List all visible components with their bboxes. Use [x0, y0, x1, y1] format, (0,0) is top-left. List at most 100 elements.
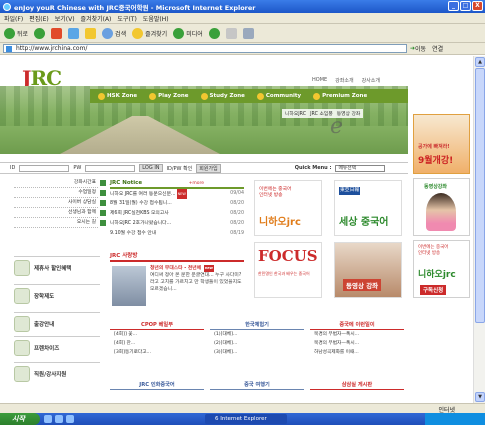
scroll-thumb[interactable] [475, 68, 485, 323]
login-in-label: IN [154, 165, 160, 171]
menu-favorites[interactable]: 즐겨찾기(A) [81, 14, 112, 23]
premium-icon [313, 92, 321, 100]
sarang-post[interactable]: 청년의 무대스타 - 천년에 new 여디써 정아 몬 문한 운글연대... 누… [150, 265, 244, 293]
nav-play-zone[interactable]: Play Zone [145, 92, 192, 100]
side-button-lecture[interactable]: 출강안내 [14, 312, 100, 334]
toplink-teachers[interactable]: 강사소개 [362, 77, 380, 84]
ad-line: 東亞日報 [339, 187, 361, 195]
ad-big-text: 세상 중국어 [339, 217, 389, 228]
address-url: http://www.jrchina.com/ [16, 45, 88, 52]
list-item[interactable]: [4회] 찬... [110, 339, 204, 348]
right-banner-september[interactable]: 공가에 빠져라! 9월개강! [413, 114, 470, 174]
window-title: enJoy youR Chinese with JRC중국어학원 - Micro… [14, 3, 256, 12]
menu-help[interactable]: 도움말(H) [143, 14, 169, 23]
minimize-button[interactable]: _ [448, 1, 459, 11]
notice-more-link[interactable]: +more [189, 178, 204, 189]
history-icon[interactable] [208, 27, 220, 39]
subnav-nihao[interactable]: 니하오JRC [285, 110, 306, 117]
list-item[interactable]: 하남성곡제화를 이때... [310, 348, 404, 357]
links-button[interactable]: 연결 [432, 44, 443, 53]
list-item[interactable]: [4회]] 꽃... [110, 330, 204, 339]
ad-donga[interactable]: 東亞日報 세상 중국어 [334, 180, 402, 236]
toplink-home[interactable]: HOME [312, 77, 327, 84]
ad-focus[interactable]: FOCUS 한민명인 한국과 배우는 중국어 [254, 242, 322, 298]
pw-label: PW [73, 165, 82, 171]
home-icon[interactable] [85, 27, 97, 39]
quick-menu-select[interactable]: 메뉴선택 [335, 164, 386, 172]
address-input[interactable]: http://www.jrchina.com/ [3, 44, 407, 53]
close-button[interactable]: X [472, 1, 483, 11]
menu-edit[interactable]: 편집(E) [29, 14, 49, 23]
quicklaunch-icon[interactable] [66, 415, 74, 423]
right-banner-subscribe[interactable]: 이번에는 중국어 인터넷 방송 니하오jrc 구독신청 [413, 240, 470, 298]
ad-nihao-jrc[interactable]: 이번에는 중국어 인터넷 방송 니하오jrc [254, 180, 322, 236]
nav-community[interactable]: Community [253, 92, 305, 100]
forward-arrow-icon[interactable] [34, 27, 46, 39]
menu-view[interactable]: 보기(V) [55, 14, 75, 23]
list-item[interactable]: (2)[대체]... [210, 339, 304, 348]
china-travel-header[interactable]: 중국 여행기 [210, 380, 304, 390]
print-icon[interactable] [242, 27, 254, 39]
sarang-photo[interactable] [112, 266, 146, 306]
board-header[interactable]: 삼삼실 게시판 [310, 380, 404, 390]
notice-item[interactable]: 니하오JRC 2호가나왔습니다... 08/20 [110, 219, 244, 229]
list-item[interactable]: 북경의 무법자—폭시... [310, 339, 404, 348]
start-button[interactable]: 시작 [0, 413, 40, 425]
ad-video-lecture[interactable]: 동영상 강좌 [334, 242, 402, 298]
leftmenu-cyber[interactable]: 사이버 상담실 [14, 198, 106, 208]
toplink-courses[interactable]: 강좌소개 [335, 77, 353, 84]
join-button[interactable]: 회원가입 [196, 163, 221, 173]
back-button[interactable]: 뒤로 [4, 27, 28, 39]
side-button-franchise[interactable]: 프렌차이즈 [14, 336, 100, 358]
side-button-discount[interactable]: 제휴사 할인혜택 [14, 256, 100, 278]
leftmenu-classes[interactable]: 수업일정 [14, 188, 106, 198]
side-button-label: 직원/강사지원 [34, 371, 67, 378]
id-input[interactable] [19, 164, 70, 172]
right-banner-video[interactable]: 동영상강좌 [413, 178, 470, 236]
notice-item[interactable]: 제6회 JRC실천KBS 모의고사 08/20 [110, 209, 244, 219]
nav-study-zone[interactable]: Study Zone [197, 92, 249, 100]
refresh-icon[interactable] [68, 27, 80, 39]
search-button[interactable]: 검색 [102, 27, 126, 39]
side-button-recruit[interactable]: 직원/강사지원 [14, 362, 100, 384]
quicklaunch-icon[interactable] [55, 415, 63, 423]
list-item[interactable]: [3회]동기로다고... [110, 348, 204, 357]
menu-tools[interactable]: 도구(T) [117, 14, 136, 23]
menu-file[interactable]: 파일(F) [4, 14, 23, 23]
notice-item[interactable]: 8월 31일(월) 수강 접수됩니... 08/20 [110, 199, 244, 209]
banner-line1: 공가에 빠져라! [418, 144, 450, 150]
go-button[interactable]: 이동 [415, 44, 426, 53]
franchise-icon [14, 339, 30, 356]
notice-header: JRC Notice +more [110, 178, 244, 189]
banner-line2: 9월개강! [418, 156, 454, 166]
login-button[interactable]: LOG IN [139, 164, 163, 172]
vertical-scrollbar[interactable]: ▲ ▼ [473, 56, 485, 403]
taskbar-ie-group[interactable]: 6 Internet Explorer [205, 414, 287, 424]
nav-premium-zone[interactable]: Premium Zone [309, 92, 371, 100]
scroll-up-icon[interactable]: ▲ [475, 57, 485, 67]
leftmenu-directions[interactable]: 오시는 길 [14, 218, 106, 228]
korean-title: 한국체험기 [210, 320, 304, 330]
subscribe-button[interactable]: 구독신청 [420, 285, 447, 295]
leftmenu-schedule[interactable]: 강좌시간표 [14, 178, 106, 188]
notice-item[interactable]: 니하오 JRC를 여러 동문으신분... NEW 09/04 [110, 189, 244, 199]
list-item[interactable]: (1)[대체]... [210, 330, 304, 339]
list-item[interactable]: 북경의 무법자—폭시... [310, 330, 404, 339]
maximize-button[interactable]: □ [460, 1, 471, 11]
quicklaunch-icon[interactable] [44, 415, 52, 423]
scroll-down-icon[interactable]: ▼ [475, 392, 485, 402]
media-button[interactable]: 미디어 [173, 27, 203, 39]
jrc-chinese-header[interactable]: JRC 인화중국어 [110, 380, 204, 390]
pw-input[interactable] [85, 164, 136, 172]
favorites-button[interactable]: 즐겨찾기 [132, 27, 167, 39]
stop-icon[interactable] [51, 27, 63, 39]
nav-hsk-zone[interactable]: HSK Zone [94, 92, 141, 100]
leftmenu-teacher[interactable]: 선생님과 함께 [14, 208, 106, 218]
mail-icon[interactable] [225, 27, 237, 39]
side-button-scholarship[interactable]: 장학제도 [14, 284, 100, 306]
banner-line: 이번에는 중국어 [418, 245, 449, 250]
find-idpw-link[interactable]: ID/PW 확인 [167, 165, 193, 172]
notice-item[interactable]: 9.10월 수강 접수 안내 08/19 [110, 229, 244, 239]
notice-text: 8월 31일(월) 수강 접수됩니... [110, 201, 172, 206]
list-item[interactable]: (3)[대체]... [210, 348, 304, 357]
